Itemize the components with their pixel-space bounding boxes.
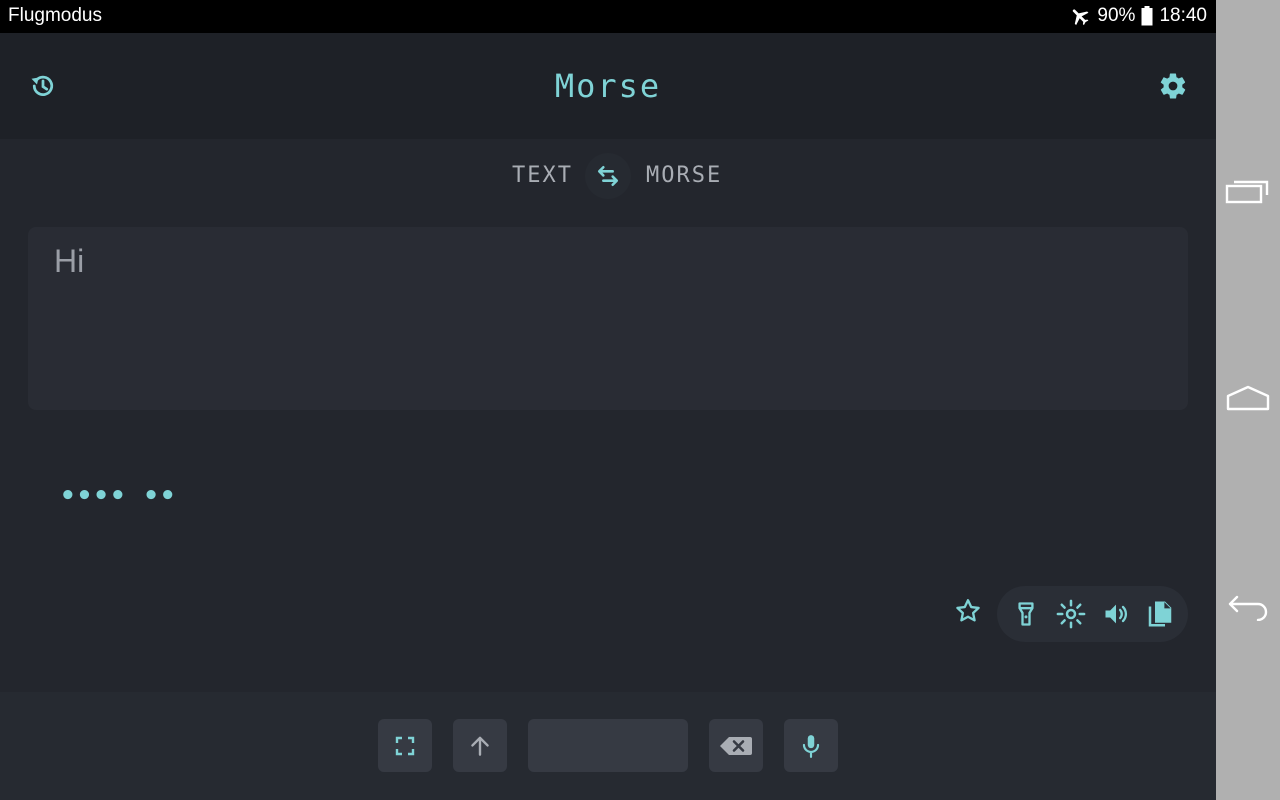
microphone-button[interactable] bbox=[784, 719, 838, 772]
copy-icon bbox=[1148, 601, 1172, 627]
flashlight-icon bbox=[1018, 602, 1034, 626]
mode-selector: TEXT MORSE bbox=[0, 153, 1216, 199]
sound-button[interactable] bbox=[1094, 592, 1138, 636]
morse-output: •••• •• bbox=[60, 481, 177, 511]
flashlight-button[interactable] bbox=[1004, 592, 1048, 636]
input-text: Hi bbox=[54, 243, 85, 279]
favorite-button[interactable] bbox=[946, 589, 990, 633]
screen-flash-button[interactable] bbox=[1049, 592, 1093, 636]
clock: 18:40 bbox=[1159, 5, 1207, 26]
star-icon bbox=[956, 599, 980, 622]
recent-apps-button[interactable] bbox=[1224, 167, 1272, 215]
backspace-button[interactable] bbox=[709, 719, 763, 772]
gear-icon bbox=[1160, 73, 1186, 99]
system-navigation-bar bbox=[1216, 0, 1280, 800]
output-actions bbox=[997, 586, 1188, 642]
fullscreen-button[interactable] bbox=[378, 719, 432, 772]
screen-flash-icon bbox=[1056, 599, 1086, 629]
home-icon bbox=[1226, 385, 1270, 411]
microphone-icon bbox=[802, 734, 820, 758]
fullscreen-icon bbox=[395, 736, 415, 755]
app-toolbar: Morse bbox=[0, 33, 1216, 139]
recent-apps-icon bbox=[1225, 180, 1269, 204]
status-icons: 90% 18:40 bbox=[1069, 5, 1207, 27]
swap-arrows-icon bbox=[597, 165, 619, 187]
back-icon bbox=[1228, 595, 1268, 621]
status-bar: Flugmodus 90% 18:40 bbox=[0, 0, 1216, 33]
copy-button[interactable] bbox=[1138, 592, 1182, 636]
text-input-field[interactable]: Hi bbox=[28, 227, 1188, 410]
settings-button[interactable] bbox=[1151, 64, 1195, 108]
backspace-icon bbox=[720, 736, 752, 755]
morse-app: Morse TEXT MORSE Hi •••• •• bbox=[0, 33, 1216, 800]
back-button[interactable] bbox=[1224, 583, 1272, 631]
swap-mode-button[interactable] bbox=[585, 153, 631, 199]
space-key[interactable] bbox=[528, 719, 688, 772]
battery-percent: 90% bbox=[1097, 5, 1136, 26]
shift-button[interactable] bbox=[453, 719, 507, 772]
app-title: Morse bbox=[554, 67, 662, 105]
home-button[interactable] bbox=[1224, 374, 1272, 422]
arrow-up-icon bbox=[471, 736, 489, 756]
input-keyboard-bar bbox=[0, 692, 1216, 800]
target-mode-label[interactable]: MORSE bbox=[646, 163, 722, 188]
source-mode-label[interactable]: TEXT bbox=[512, 163, 573, 188]
airplane-icon bbox=[1073, 9, 1089, 26]
main-content: TEXT MORSE Hi •••• •• bbox=[0, 139, 1216, 692]
battery-icon bbox=[1141, 6, 1153, 26]
volume-icon bbox=[1105, 604, 1128, 624]
airplane-mode-label: Flugmodus bbox=[8, 5, 102, 26]
